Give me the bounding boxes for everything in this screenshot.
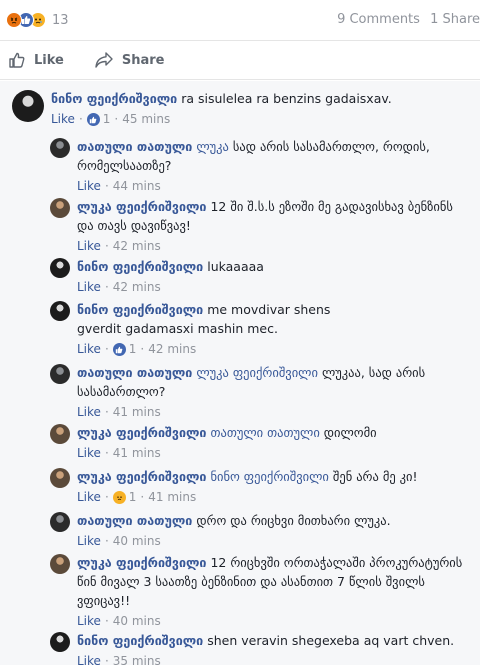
comment-timestamp[interactable]: 45 mins bbox=[122, 110, 170, 129]
comment-like-link[interactable]: Like bbox=[51, 110, 75, 129]
comment-timestamp[interactable]: 41 mins bbox=[113, 444, 161, 463]
avatar[interactable] bbox=[50, 468, 70, 488]
comment-like-link[interactable]: Like bbox=[77, 340, 101, 359]
reaction-stats-bar: 13 9 Comments 1 Share bbox=[0, 0, 480, 40]
like-button-label: Like bbox=[34, 52, 64, 68]
comment-like-link[interactable]: Like bbox=[77, 278, 101, 297]
comment-like-link[interactable]: Like bbox=[77, 532, 101, 551]
like-button[interactable]: Like bbox=[8, 51, 64, 69]
comment-reply: ლუკა ფეიქრიშვილი 12 ში შ.ს.ს ეზოში მე გად… bbox=[50, 197, 470, 256]
thumbs-up-icon bbox=[9, 52, 25, 68]
post-actions-bar: Like Share bbox=[0, 40, 480, 80]
comment-timestamp[interactable]: 44 mins bbox=[113, 177, 161, 196]
comment-reply: ნინო ფეიქრიშვილი shen veravin shegexeba a… bbox=[50, 631, 470, 665]
comment-text: ra sisulelea ra benzins gadaisxav. bbox=[181, 91, 392, 106]
share-arrow-icon bbox=[95, 52, 113, 68]
comment-reply: ნინო ფეიქრიშვილი me movdivar shens gverdi… bbox=[50, 300, 470, 359]
comment-author[interactable]: ნინო ფეიქრიშვილი bbox=[77, 259, 203, 274]
comment-timestamp[interactable]: 41 mins bbox=[113, 403, 161, 422]
comment-timestamp[interactable]: 42 mins bbox=[113, 237, 161, 256]
comment-text: დრო და რიცხვი მითხარი ლუკა. bbox=[196, 513, 391, 528]
comment-reply: თათული თათული დრო და რიცხვი მითხარი ლუკა.… bbox=[50, 511, 470, 551]
comment-mention[interactable]: ლუკა bbox=[196, 139, 229, 154]
comment-author[interactable]: ნინო ფეიქრიშვილი bbox=[77, 302, 203, 317]
comment-timestamp[interactable]: 42 mins bbox=[113, 278, 161, 297]
comment-mention[interactable]: ლუკა ფეიქრიშვილი bbox=[196, 365, 318, 380]
share-button[interactable]: Share bbox=[94, 51, 165, 69]
comment-like-link[interactable]: Like bbox=[77, 403, 101, 422]
avatar[interactable] bbox=[50, 632, 70, 652]
comment-text: lukaaaaa bbox=[207, 259, 264, 274]
comment-timestamp[interactable]: 35 mins bbox=[113, 652, 161, 665]
comment-reply: თათული თათული ლუკა სად არის სასამართლო, რ… bbox=[50, 137, 470, 196]
avatar[interactable] bbox=[50, 424, 70, 444]
shares-count-link[interactable]: 1 Share bbox=[430, 12, 480, 27]
comment-author[interactable]: ლუკა ფეიქრიშვილი bbox=[77, 199, 206, 214]
comment-author[interactable]: ლუკა ფეიქრიშვილი bbox=[77, 469, 206, 484]
comment-timestamp[interactable]: 40 mins bbox=[113, 532, 161, 551]
avatar[interactable] bbox=[50, 138, 70, 158]
avatar[interactable] bbox=[50, 364, 70, 384]
comment-author[interactable]: ნინო ფეიქრიშვილი bbox=[51, 91, 177, 106]
comment-like-link[interactable]: Like bbox=[77, 444, 101, 463]
comments-count-link[interactable]: 9 Comments bbox=[337, 12, 420, 27]
avatar[interactable] bbox=[50, 512, 70, 532]
reactions-summary[interactable]: 13 bbox=[6, 11, 69, 29]
comment-mention[interactable]: თათული თათული bbox=[210, 425, 319, 440]
comment-author[interactable]: ლუკა ფეიქრიშვილი bbox=[77, 425, 206, 440]
comment-mention[interactable]: ნინო ფეიქრიშვილი bbox=[210, 469, 328, 484]
comment-like-link[interactable]: Like bbox=[77, 612, 101, 631]
comment-author[interactable]: თათული თათული bbox=[77, 513, 192, 528]
like-reaction-icon bbox=[86, 113, 100, 126]
comment-like-link[interactable]: Like bbox=[77, 237, 101, 256]
comment-reaction-count[interactable]: 1 bbox=[103, 110, 111, 129]
comment-reaction-count[interactable]: 1 bbox=[129, 488, 137, 507]
comment: ნინო ფეიქრიშვილი ra sisulelea ra benzins … bbox=[12, 89, 472, 129]
comment-reply: ნინო ფეიქრიშვილი lukaaaaa Like · 42 mins bbox=[50, 257, 470, 297]
comments-section: ნინო ფეიქრიშვილი ra sisulelea ra benzins … bbox=[0, 81, 480, 665]
like-reaction-icon bbox=[112, 343, 126, 356]
comment-text: დილომი bbox=[323, 425, 377, 440]
comment-author[interactable]: ნინო ფეიქრიშვილი bbox=[77, 633, 203, 648]
comment-timestamp[interactable]: 41 mins bbox=[148, 488, 196, 507]
comment-reply: თათული თათული ლუკა ფეიქრიშვილი ლუკაა, სად… bbox=[50, 363, 470, 422]
post-counts: 9 Comments 1 Share bbox=[331, 12, 480, 27]
comment-reaction-count[interactable]: 1 bbox=[129, 340, 137, 359]
comment-reply: ლუკა ფეიქრიშვილი ნინო ფეიქრიშვილი შენ არა… bbox=[50, 467, 470, 507]
comment-author[interactable]: ლუკა ფეიქრიშვილი bbox=[77, 555, 206, 570]
comment-timestamp[interactable]: 42 mins bbox=[148, 340, 196, 359]
comment-like-link[interactable]: Like bbox=[77, 177, 101, 196]
comment-reply: ლუკა ფეიქრიშვილი 12 რიცხვში ორთაჭალაში პრ… bbox=[50, 553, 470, 631]
avatar[interactable] bbox=[50, 554, 70, 574]
avatar[interactable] bbox=[50, 198, 70, 218]
reaction-count[interactable]: 13 bbox=[52, 13, 69, 28]
angry-reaction-icon bbox=[6, 12, 22, 28]
avatar[interactable] bbox=[50, 301, 70, 321]
comment-reply: ლუკა ფეიქრიშვილი თათული თათული დილომი Lik… bbox=[50, 423, 470, 463]
comment-author[interactable]: თათული თათული bbox=[77, 139, 192, 154]
comment-text: shen veravin shegexeba aq vart chven. bbox=[207, 633, 455, 648]
avatar[interactable] bbox=[12, 90, 44, 122]
sad-reaction-icon bbox=[112, 491, 126, 504]
comment-author[interactable]: თათული თათული bbox=[77, 365, 192, 380]
comment-like-link[interactable]: Like bbox=[77, 652, 101, 665]
comment-timestamp[interactable]: 40 mins bbox=[113, 612, 161, 631]
comment-text: შენ არა მე კი! bbox=[332, 469, 418, 484]
avatar[interactable] bbox=[50, 258, 70, 278]
comment-like-link[interactable]: Like bbox=[77, 488, 101, 507]
share-button-label: Share bbox=[121, 52, 165, 68]
